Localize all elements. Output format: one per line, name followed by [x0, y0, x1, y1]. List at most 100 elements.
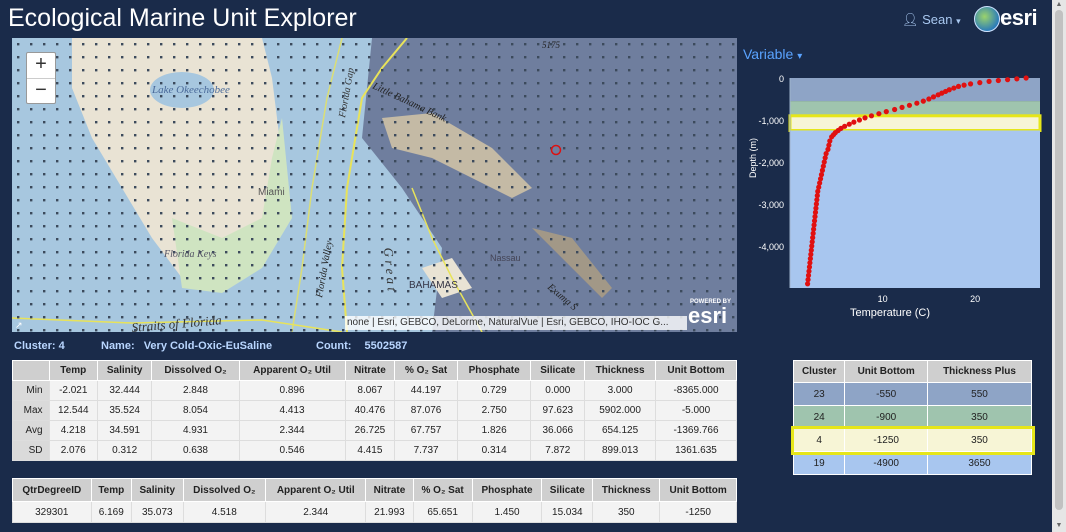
- cluster-row[interactable]: 19 -4900 3650: [792, 451, 1033, 475]
- chevron-down-icon: ▾: [956, 16, 961, 26]
- expand-icon[interactable]: ↗: [15, 320, 24, 330]
- column-header: Unit Bottom: [654, 360, 738, 381]
- column-header: Dissolved O₂: [151, 360, 240, 381]
- page-scrollbar[interactable]: ▲ ▼: [1052, 0, 1066, 532]
- count-label: Count:: [316, 340, 352, 352]
- row-header: Max: [12, 400, 50, 421]
- table-cell: 3.000: [584, 380, 656, 401]
- scroll-up-icon[interactable]: ▲: [1055, 1, 1063, 9]
- table-cell: 34.591: [96, 420, 153, 441]
- table-cell: 15.034: [541, 501, 594, 523]
- row-header: Min: [12, 380, 50, 401]
- table-cell: 7.872: [530, 440, 586, 461]
- map-view[interactable]: Lake Okeechobee Miami Florida Keys Flori…: [12, 38, 737, 332]
- table-cell: 4.413: [238, 400, 346, 421]
- column-header: Silicate: [541, 478, 594, 502]
- cluster-value: 4: [58, 340, 65, 352]
- column-header: % O₂ Sat: [394, 360, 458, 381]
- table-cell: 6.169: [90, 501, 133, 523]
- count-value: 5502587: [364, 340, 408, 352]
- column-header: Salinity: [96, 360, 153, 381]
- table-cell: 26.725: [344, 420, 396, 441]
- column-header: [12, 360, 50, 381]
- cluster-row[interactable]: 24 -900 350: [792, 405, 1033, 429]
- y-axis-label: Depth (m): [748, 138, 758, 178]
- table-cell: 0.729: [456, 380, 532, 401]
- table-cell: -5.000: [654, 400, 738, 421]
- table-cell: 550: [926, 382, 1033, 406]
- table-cell: 4.415: [344, 440, 396, 461]
- data-point: [935, 92, 941, 98]
- map-canvas: Lake Okeechobee Miami Florida Keys Flori…: [12, 38, 737, 332]
- table-cell: 4.518: [182, 501, 267, 523]
- table-cell: -1250: [844, 428, 928, 452]
- data-point: [868, 113, 875, 119]
- cluster-row[interactable]: 4 -1250 350: [790, 425, 1035, 455]
- table-cell: 2.848: [151, 380, 240, 401]
- column-header: Thickness: [584, 360, 656, 381]
- zoom-control: + −: [26, 52, 56, 104]
- column-header: Phosphate: [456, 360, 532, 381]
- user-menu[interactable]: 👤︎ Sean ▾: [902, 12, 961, 28]
- column-header: Phosphate: [471, 478, 543, 502]
- data-point: [899, 104, 905, 110]
- data-point: [846, 121, 852, 127]
- column-header: Nitrate: [344, 360, 396, 381]
- table-cell: 2.076: [48, 440, 98, 461]
- column-header: Nitrate: [365, 478, 414, 502]
- column-header: QtrDegreeID: [12, 478, 92, 502]
- zoom-out-button[interactable]: −: [27, 79, 55, 104]
- column-header: Apparent O₂ Util: [238, 360, 346, 381]
- table-row: Avg 4.218 34.591 4.931 2.344 26.725 67.757 1.82…: [12, 420, 738, 441]
- table-cell: 1.826: [456, 420, 532, 441]
- esri-logo[interactable]: esri: [974, 4, 1046, 34]
- map-attribution[interactable]: none | Esri, GEBCO, DeLorme, NaturalVue …: [345, 316, 687, 330]
- table-cell: 0.312: [96, 440, 153, 461]
- scrollbar-thumb[interactable]: [1055, 10, 1063, 510]
- data-point: [862, 115, 868, 121]
- table-cell: 12.544: [48, 400, 98, 421]
- table-cell: 0.546: [238, 440, 346, 461]
- table-cell: 350: [926, 405, 1033, 429]
- cluster-label: Cluster:: [14, 340, 56, 352]
- table-cell: 97.623: [530, 400, 586, 421]
- y-tick-label: -2,000: [758, 158, 784, 168]
- column-header: % O₂ Sat: [412, 478, 473, 502]
- map-label-miami: Miami: [258, 187, 285, 198]
- data-point: [883, 109, 889, 115]
- globe-icon: [974, 6, 1000, 32]
- data-point: [1004, 77, 1011, 83]
- stats-table: Temp Salinity Dissolved O₂ Apparent O₂ Util…: [12, 360, 738, 461]
- depth-profile-chart: 0 -1,000 -2,000 -3,000 -4,000 10 20 Temperature…: [748, 74, 1042, 319]
- cluster-row[interactable]: 23 -550 550: [792, 382, 1033, 406]
- table-row: Max 12.544 35.524 8.054 4.413 40.476 87.076 2.7…: [12, 400, 738, 421]
- column-header: Unit Bottom: [659, 478, 737, 502]
- table-cell: 0.638: [151, 440, 240, 461]
- data-point: [955, 83, 962, 89]
- data-point: [914, 100, 920, 106]
- data-point: [856, 117, 863, 123]
- table-cell: 2.344: [238, 420, 346, 441]
- table-cell: 8.054: [151, 400, 240, 421]
- scroll-down-icon[interactable]: ▼: [1055, 522, 1063, 530]
- column-header: Dissolved O₂: [182, 478, 267, 502]
- table-cell: -1369.766: [654, 420, 738, 441]
- table-cell: 7.737: [394, 440, 458, 461]
- table-cell: 23: [792, 382, 846, 406]
- column-header: Temp: [90, 478, 133, 502]
- table-cell: 4: [792, 428, 846, 452]
- table-cell: 32.444: [96, 380, 153, 401]
- zoom-in-button[interactable]: +: [27, 53, 55, 79]
- data-point: [1014, 76, 1020, 82]
- data-point: [930, 94, 937, 100]
- map-label-bahamas: BAHAMAS: [409, 280, 458, 291]
- column-header: Thickness Plus: [926, 360, 1033, 383]
- data-point: [851, 119, 857, 125]
- y-tick-label: -1,000: [758, 116, 784, 126]
- variable-dropdown[interactable]: Variable ▾: [743, 46, 802, 62]
- column-header: Unit Bottom: [844, 360, 928, 383]
- table-cell: 67.757: [394, 420, 458, 441]
- table-cell: 8.067: [344, 380, 396, 401]
- table-cell: -900: [844, 405, 928, 429]
- app-title: Ecological Marine Unit Explorer: [8, 4, 357, 32]
